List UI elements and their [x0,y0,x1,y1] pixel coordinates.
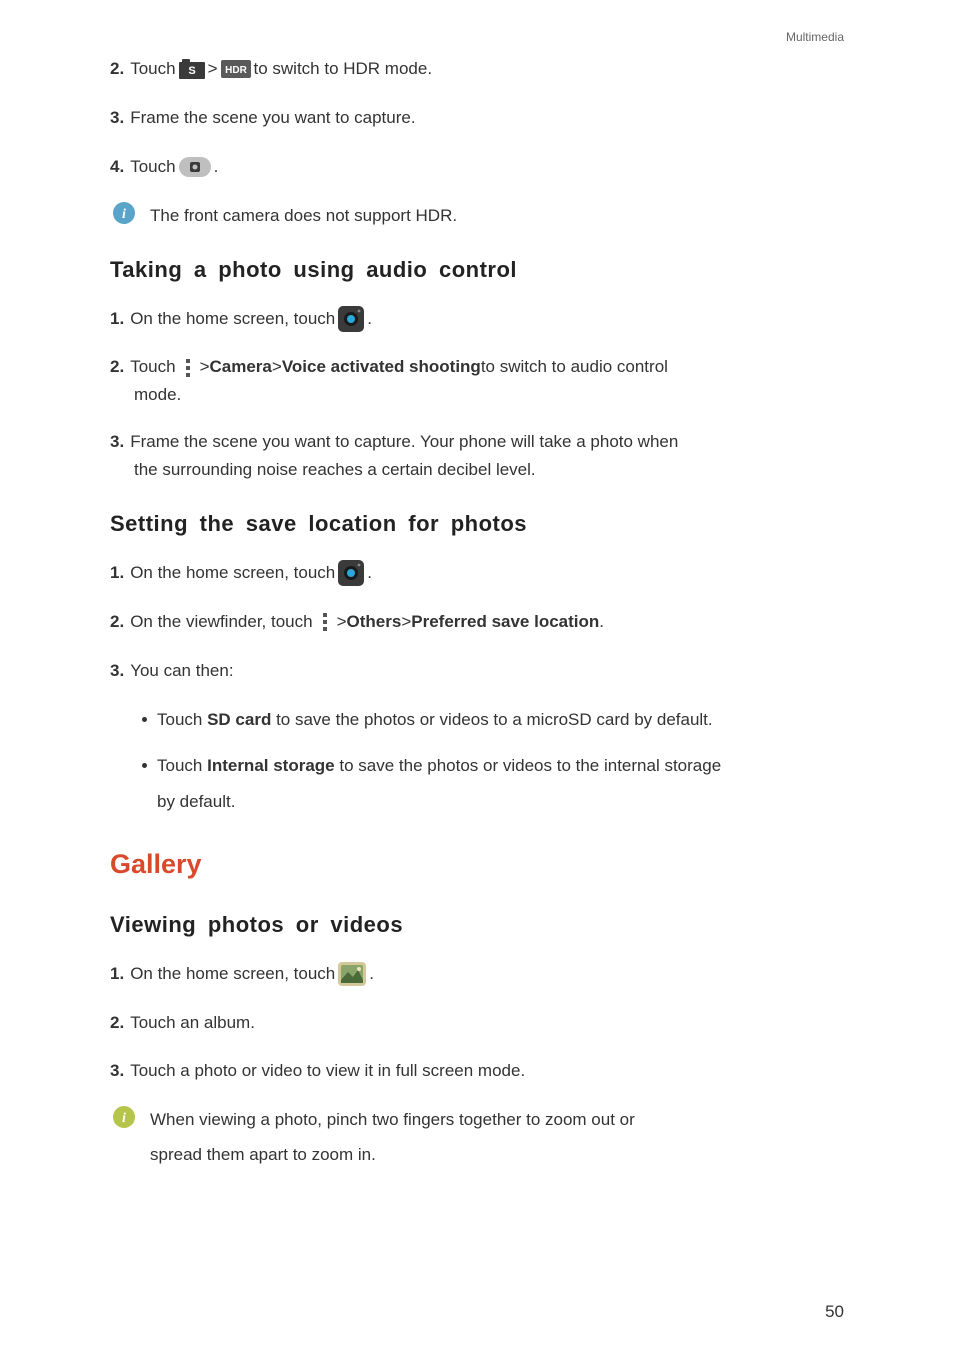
svg-text:S: S [188,65,195,77]
text: to save the photos or videos to a microS… [271,710,712,729]
hdr-note: i The front camera does not support HDR. [110,202,844,231]
gallery-step-3: 3. Touch a photo or video to view it in … [110,1057,844,1086]
step-number: 4. [110,153,124,182]
heading-save-location: Setting the save location for photos [110,511,844,537]
step-number: 2. [110,608,124,637]
save-step-3: 3. You can then: [110,657,844,686]
info-icon: i [113,1106,135,1128]
mode-s-icon: S [179,59,205,79]
text: . [599,608,604,637]
option-internal-storage: Internal storage [207,756,335,775]
audio-step-3-cont: the surrounding noise reaches a certain … [134,455,844,485]
menu-camera: Camera [210,353,272,382]
text: > [272,353,282,382]
text: Touch [130,353,175,382]
menu-others: Others [347,608,402,637]
save-bullet-internal: Touch Internal storage to save the photo… [142,751,844,817]
audio-step-2-cont: mode. [134,380,844,410]
text: > [200,353,210,382]
menu-voice-shooting: Voice activated shooting [282,353,481,382]
step-number: 3. [110,657,124,686]
text: > [401,608,411,637]
text: by default. [157,787,721,817]
menu-dots-icon [179,357,197,379]
save-step-1: 1. On the home screen, touch . [110,559,844,588]
text: Frame the scene you want to capture. You… [130,428,678,457]
step-number: 2. [110,1009,124,1038]
option-sd-card: SD card [207,710,271,729]
svg-text:i: i [122,207,126,222]
info-icon: i [113,202,135,224]
text: . [367,559,372,588]
camera-app-icon [338,306,364,332]
heading-audio-control: Taking a photo using audio control [110,257,844,283]
gallery-step-1: 1. On the home screen, touch . [110,960,844,989]
hdr-step-2: 2. Touch S > HDR to switch to HDR mode. [110,55,844,84]
audio-step-3: 3. Frame the scene you want to capture. … [110,428,844,457]
hdr-step-3: 3. Frame the scene you want to capture. [110,104,844,133]
text: . [369,960,374,989]
save-step-2: 2. On the viewfinder, touch > Others > P… [110,608,844,637]
text: Touch [157,710,207,729]
gallery-step-2: 2. Touch an album. [110,1009,844,1038]
heading-gallery: Gallery [110,849,844,880]
menu-dots-icon [316,611,334,633]
heading-viewing: Viewing photos or videos [110,912,844,938]
text: to switch to audio control [481,353,668,382]
save-bullet-sd: Touch SD card to save the photos or vide… [142,705,844,735]
bullet-icon [142,763,147,768]
text: . [367,305,372,334]
menu-preferred-save: Preferred save location [411,608,599,637]
hdr-step-4: 4. Touch . [110,153,844,182]
page-number: 50 [825,1302,844,1322]
text: On the home screen, touch [130,960,335,989]
bullet-icon [142,717,147,722]
step-number: 1. [110,305,124,334]
note-text: The front camera does not support HDR. [150,202,457,231]
gallery-note: i When viewing a photo, pinch two finger… [110,1106,844,1170]
audio-step-2: 2. Touch > Camera > Voice activated shoo… [110,353,844,382]
step-number: 1. [110,960,124,989]
text: . [214,153,219,182]
text: On the home screen, touch [130,305,335,334]
svg-text:HDR: HDR [225,65,247,76]
note-text: When viewing a photo, pinch two fingers … [150,1106,635,1135]
text: On the home screen, touch [130,559,335,588]
text: Touch a photo or video to view it in ful… [130,1057,525,1086]
step-number: 2. [110,353,124,382]
shutter-icon [179,157,211,177]
text: Touch an album. [130,1009,255,1038]
text: You can then: [130,657,233,686]
text: On the viewfinder, touch [130,608,312,637]
page-content: 2. Touch S > HDR to switch to HDR mode. … [110,55,844,1170]
note-text: spread them apart to zoom in. [150,1141,635,1170]
text: to switch to HDR mode. [254,55,433,84]
text: Touch [157,756,207,775]
text: > [208,55,218,84]
step-number: 3. [110,428,124,457]
step-number: 3. [110,1057,124,1086]
step-number: 1. [110,559,124,588]
text: to save the photos or videos to the inte… [335,756,722,775]
step-number: 2. [110,55,124,84]
camera-app-icon [338,560,364,586]
text: Touch [130,55,175,84]
hdr-icon: HDR [221,60,251,78]
step-number: 3. [110,104,124,133]
gallery-app-icon [338,962,366,986]
text: Frame the scene you want to capture. [130,104,415,133]
section-header: Multimedia [786,30,844,44]
text: Touch [130,153,175,182]
audio-step-1: 1. On the home screen, touch . [110,305,844,334]
svg-text:i: i [122,1111,126,1126]
text: > [337,608,347,637]
